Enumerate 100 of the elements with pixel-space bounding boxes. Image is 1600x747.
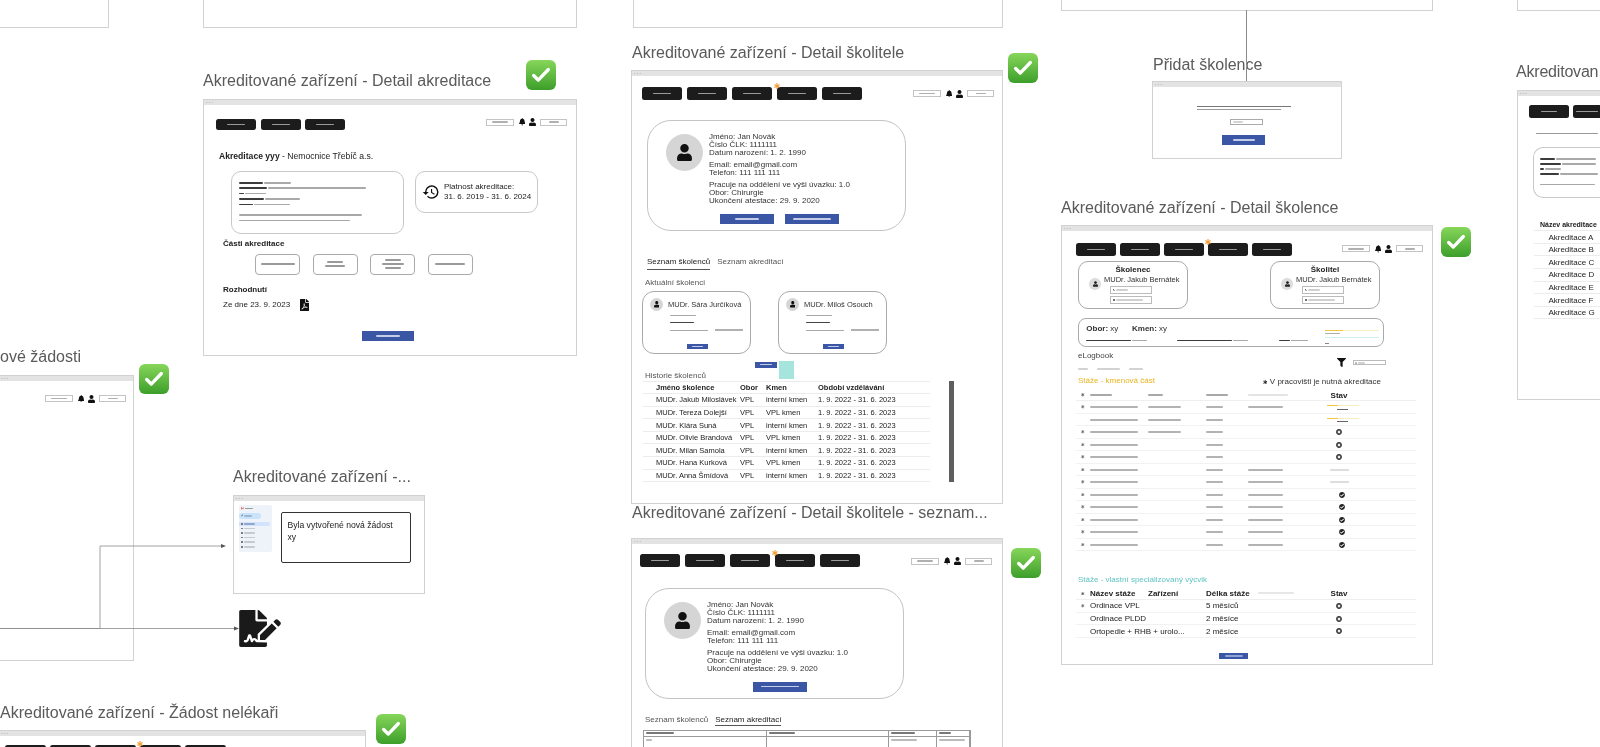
blurred-text bbox=[1329, 468, 1349, 471]
text-line bbox=[735, 218, 759, 220]
user-icon[interactable] bbox=[88, 394, 95, 403]
action-button[interactable] bbox=[785, 214, 839, 224]
nav-button[interactable] bbox=[1208, 243, 1248, 257]
tab[interactable]: Seznam školenců bbox=[645, 715, 709, 727]
text-line bbox=[670, 322, 694, 324]
text-line bbox=[435, 263, 465, 265]
accreditation-part-button[interactable] bbox=[427, 253, 473, 275]
accreditation-part-button[interactable] bbox=[370, 253, 415, 275]
nav-button[interactable] bbox=[1164, 243, 1204, 257]
nav-button[interactable] bbox=[1572, 105, 1600, 118]
nav-button[interactable] bbox=[216, 119, 256, 130]
nav-button[interactable] bbox=[260, 119, 301, 130]
blurred-text bbox=[1090, 468, 1138, 471]
text-line bbox=[1541, 110, 1557, 113]
bell-icon[interactable] bbox=[1374, 245, 1381, 253]
action-button[interactable] bbox=[753, 681, 807, 692]
add-trainee-button[interactable] bbox=[755, 361, 777, 368]
tab[interactable]: Seznam akreditací bbox=[715, 715, 782, 727]
nav-button[interactable] bbox=[305, 119, 345, 130]
bell-icon[interactable] bbox=[77, 394, 84, 403]
nav-button[interactable] bbox=[732, 87, 772, 100]
tab[interactable]: Seznam akreditací bbox=[717, 256, 784, 270]
blurred-text bbox=[1090, 493, 1138, 496]
avatar-icon bbox=[650, 298, 663, 312]
text-line bbox=[1232, 139, 1255, 141]
asterisk-icon bbox=[1262, 379, 1268, 385]
nav-button[interactable] bbox=[1076, 243, 1116, 257]
person-role: Školenec bbox=[1115, 265, 1151, 274]
accreditation-part-button[interactable] bbox=[255, 253, 300, 275]
blurred-text bbox=[1206, 456, 1223, 459]
tab[interactable]: Seznam školenců bbox=[647, 256, 711, 270]
table-cell: Akreditace F bbox=[1548, 295, 1594, 305]
nav-button[interactable] bbox=[822, 87, 862, 100]
text-line bbox=[833, 92, 851, 95]
add-internship-button[interactable] bbox=[1219, 652, 1248, 659]
frame-title: Akreditované zařízení - Detail školitele - seznam... bbox=[632, 503, 988, 523]
nav-button[interactable] bbox=[775, 554, 815, 568]
table-cell: Ordinace PLDD bbox=[1090, 614, 1147, 624]
nav-button[interactable] bbox=[730, 554, 770, 568]
table-cell: Akreditace G bbox=[1548, 308, 1595, 318]
user-icon[interactable] bbox=[954, 557, 961, 565]
history-icon bbox=[422, 183, 440, 201]
blurred-text bbox=[1206, 394, 1228, 397]
text-line bbox=[1404, 248, 1415, 250]
window-dots-icon bbox=[1064, 227, 1071, 230]
add-trainee-button[interactable] bbox=[1222, 135, 1265, 145]
more-info-button[interactable] bbox=[687, 343, 708, 350]
input-field[interactable] bbox=[1230, 119, 1263, 125]
blurred-text bbox=[1116, 289, 1129, 292]
email-icon bbox=[1304, 299, 1307, 302]
user-icon[interactable] bbox=[529, 118, 536, 126]
column-header: Délka stáže bbox=[1206, 588, 1251, 598]
text-line bbox=[741, 559, 759, 562]
text-line bbox=[1218, 248, 1237, 251]
blurred-text bbox=[1206, 418, 1223, 421]
text-line bbox=[1130, 248, 1149, 251]
window-dots-icon bbox=[1, 377, 8, 380]
extend-accreditation-button[interactable] bbox=[362, 330, 414, 341]
document-signature-icon bbox=[239, 610, 281, 647]
profile-line: Datum narození: 1. 2. 1990 bbox=[709, 149, 807, 157]
text-line bbox=[653, 92, 671, 95]
text-line bbox=[698, 92, 716, 95]
mail-folder-item[interactable] bbox=[239, 522, 270, 526]
user-icon[interactable] bbox=[1385, 244, 1392, 253]
nav-button[interactable] bbox=[1529, 105, 1569, 118]
text-line bbox=[806, 329, 844, 332]
profile-line: Ukončení atestace: 29. 9. 2020 bbox=[707, 664, 819, 673]
action-button[interactable] bbox=[720, 214, 774, 224]
nav-button[interactable] bbox=[640, 554, 680, 568]
frame-title: Akreditovan bbox=[1516, 62, 1599, 82]
pdf-file-icon[interactable] bbox=[300, 298, 310, 311]
timeline-lines-drawing bbox=[1324, 333, 1379, 345]
bell-icon[interactable] bbox=[945, 89, 952, 98]
search-field[interactable] bbox=[1353, 360, 1386, 366]
text-line bbox=[1086, 339, 1148, 342]
filter-icon[interactable] bbox=[1337, 358, 1347, 368]
nav-button[interactable] bbox=[820, 554, 860, 568]
profile-line: Obor: Chirurgie bbox=[707, 656, 763, 665]
text-line bbox=[939, 732, 952, 734]
nav-button[interactable] bbox=[1120, 243, 1160, 257]
blurred-text bbox=[1090, 543, 1138, 546]
nav-button[interactable] bbox=[642, 87, 682, 100]
text-line bbox=[973, 560, 984, 562]
text-line bbox=[384, 259, 401, 261]
user-icon[interactable] bbox=[956, 89, 963, 98]
more-info-button[interactable] bbox=[823, 343, 844, 350]
accreditation-part-button[interactable] bbox=[312, 253, 358, 275]
nav-button[interactable] bbox=[685, 554, 725, 568]
bell-icon[interactable] bbox=[518, 118, 525, 126]
nav-button[interactable] bbox=[1252, 243, 1292, 257]
table-cell: Akreditace A bbox=[1548, 232, 1594, 242]
nav-button[interactable] bbox=[687, 87, 727, 100]
bell-icon[interactable] bbox=[943, 557, 950, 565]
nav-button[interactable] bbox=[777, 87, 817, 100]
email-icon bbox=[1112, 299, 1115, 302]
status-line bbox=[851, 329, 879, 332]
section-title: Stáže - vlastní specializovaný výcvik bbox=[1078, 575, 1208, 585]
blurred-text bbox=[1090, 531, 1138, 534]
